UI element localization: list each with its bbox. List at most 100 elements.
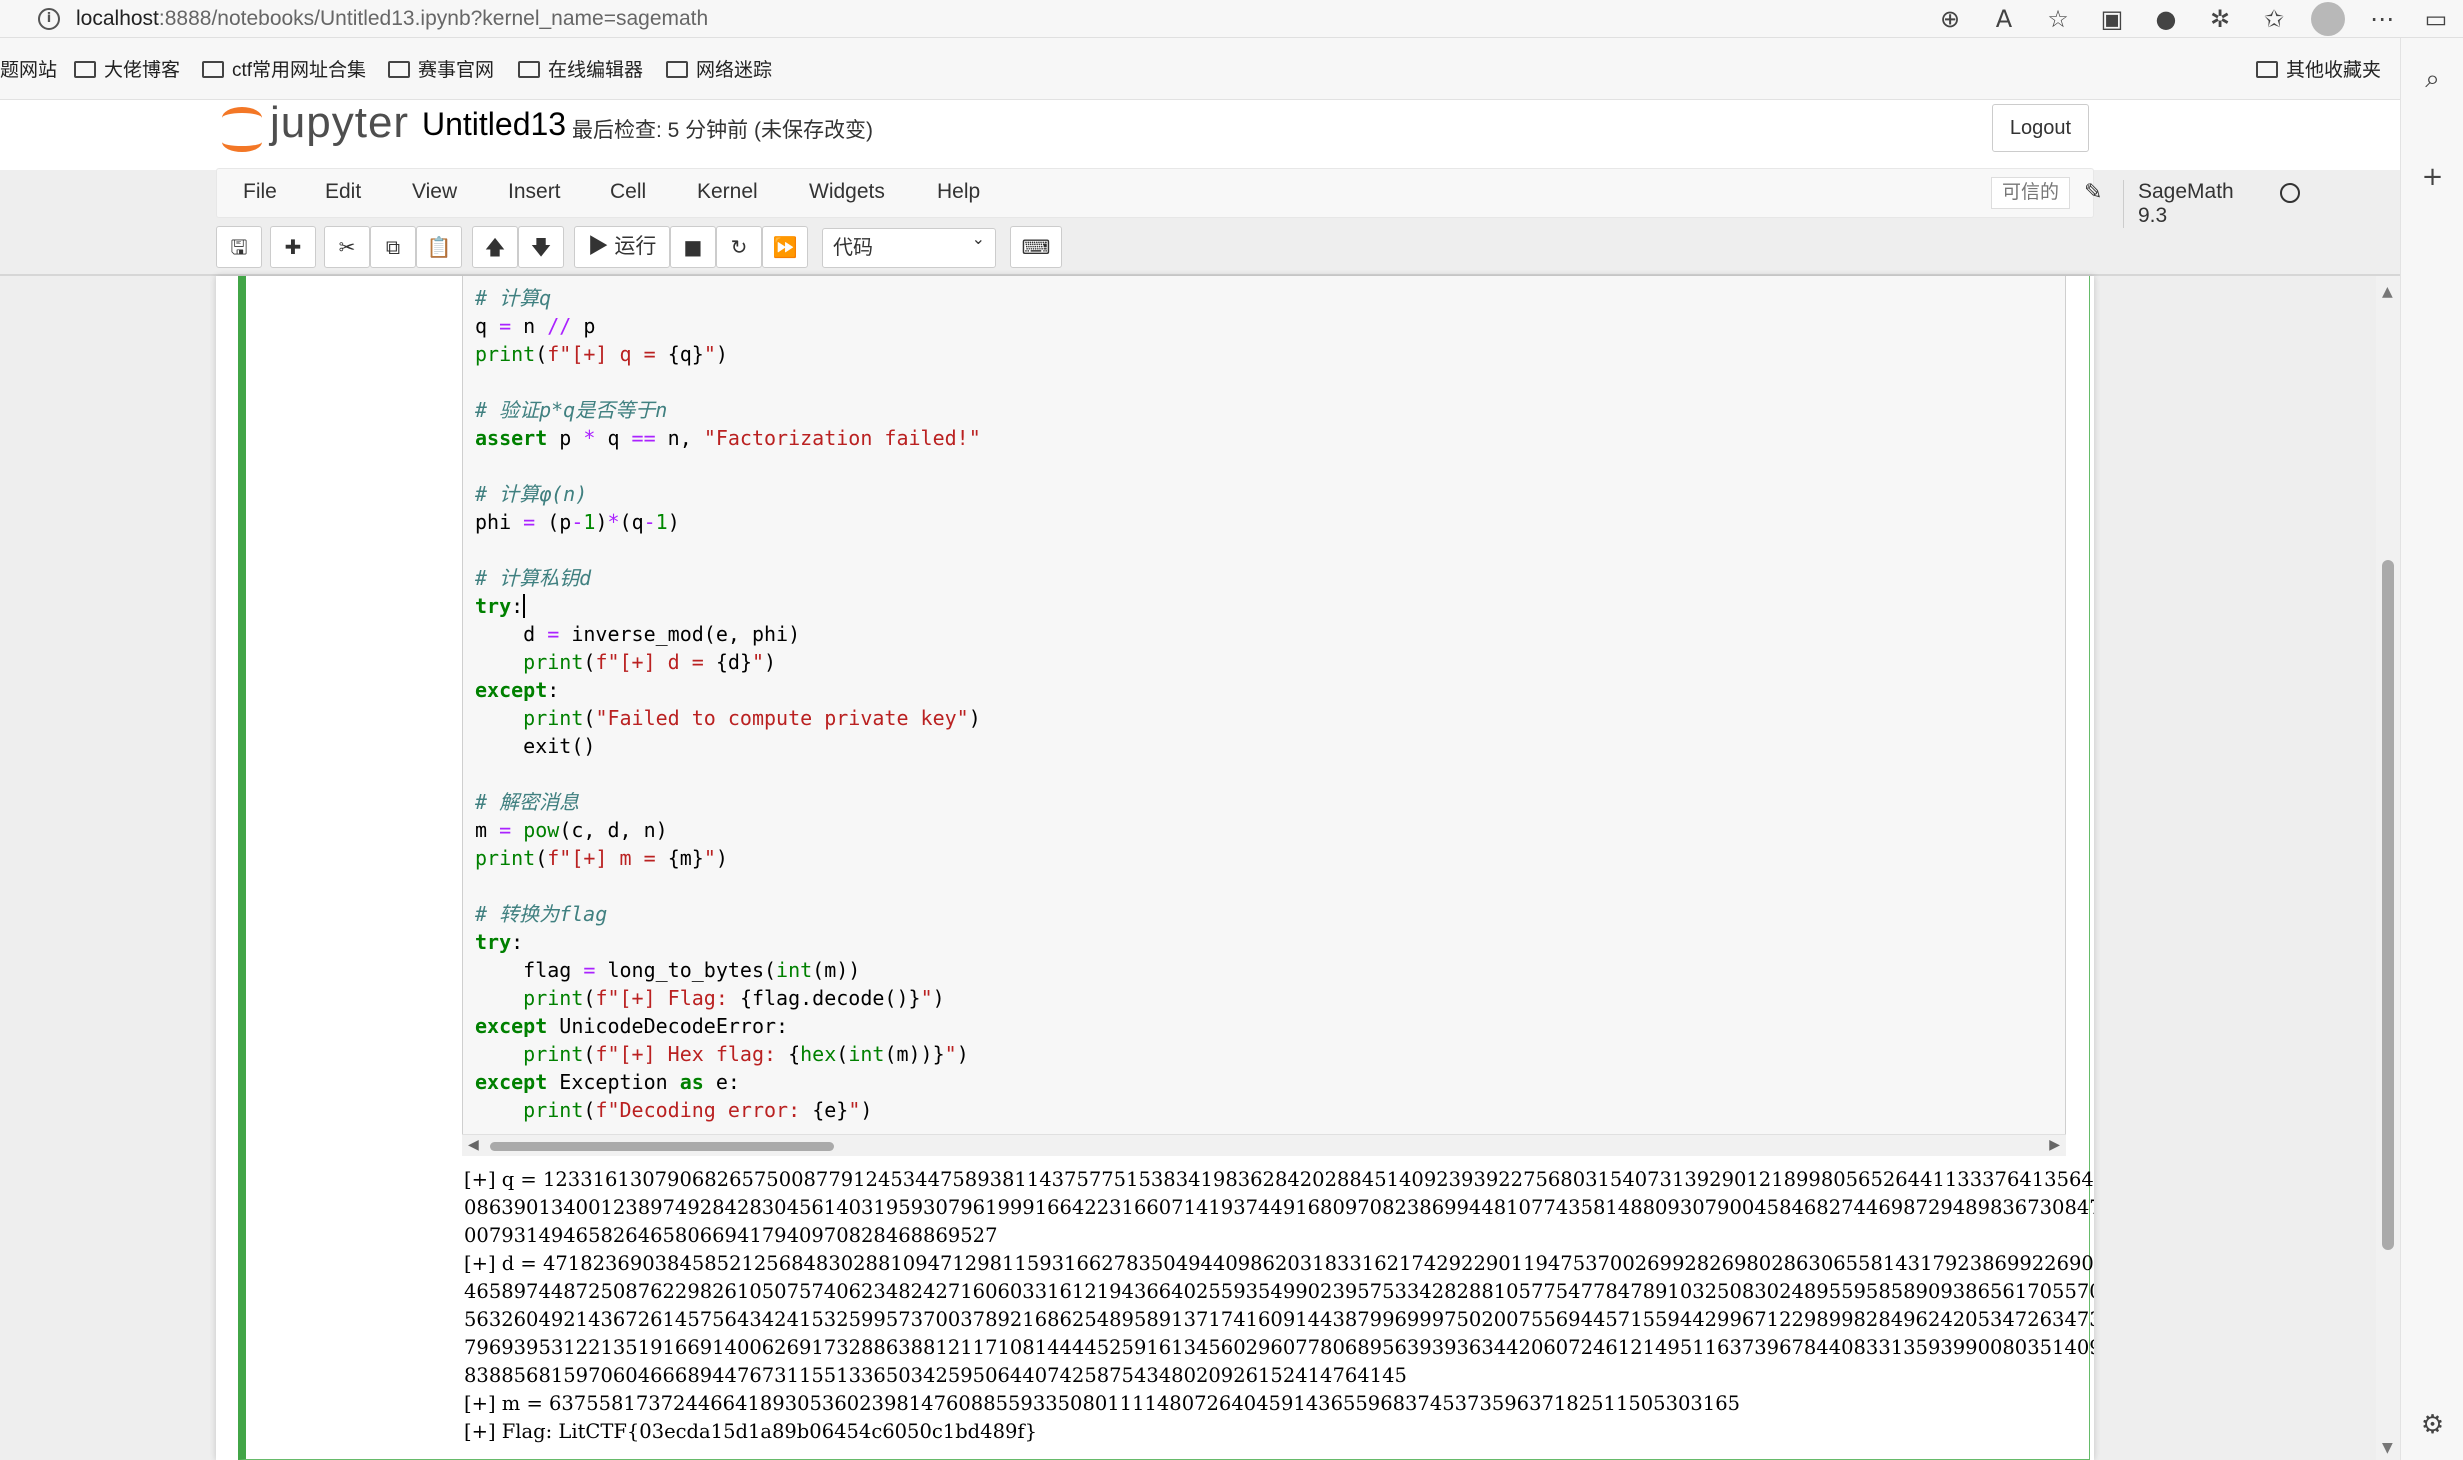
- output-line: [+] Flag: LitCTF{03ecda15d1a89b06454c605…: [464, 1420, 1038, 1443]
- cell-output: [+] q = 12331613079068265750087791245344…: [464, 1166, 2094, 1446]
- scrollbar-thumb[interactable]: [490, 1142, 834, 1151]
- restart-icon[interactable]: ↻: [716, 226, 762, 268]
- profile-avatar[interactable]: [2311, 2, 2345, 36]
- output-line: [+] d = 47182369038458521256848302881094…: [464, 1252, 2094, 1275]
- chevron-down-icon: ⌄: [971, 229, 985, 248]
- bookmark-folder[interactable]: 在线编辑器: [518, 55, 643, 82]
- sidebar-toggle-icon[interactable]: ▭: [2409, 5, 2463, 33]
- browser-address-bar: i localhost:8888/notebooks/Untitled13.ip…: [0, 0, 2463, 38]
- code-line: print(f"[+] m = {m}"): [475, 846, 728, 870]
- bookmark-folder[interactable]: 赛事官网: [388, 55, 494, 82]
- trusted-badge[interactable]: 可信的: [1991, 177, 2071, 209]
- output-line: 7969395312213519166914006269173288638812…: [464, 1336, 2094, 1359]
- insert-cell-icon[interactable]: ✚: [270, 226, 316, 268]
- scroll-down-icon[interactable]: ▼: [2382, 1440, 2393, 1456]
- browser-toolbar-icons: ⊕ A ☆ ▣ ● ✲ ✩ ⋯ ▭: [1923, 2, 2463, 36]
- bookmark-folder[interactable]: 网络迷踪: [666, 55, 772, 82]
- code-line: except UnicodeDecodeError:: [475, 1014, 789, 1038]
- run-button[interactable]: ▶ 运行: [574, 226, 670, 268]
- code-line: # 计算私钥d: [475, 566, 592, 590]
- menu-widgets[interactable]: Widgets: [809, 180, 885, 204]
- output-line: [+] q = 12331613079068265750087791245344…: [464, 1168, 2094, 1191]
- code-line: except:: [475, 678, 560, 702]
- jupyter-logo-icon[interactable]: [222, 104, 262, 152]
- folder-icon: [666, 61, 688, 78]
- scroll-right-icon[interactable]: ▶: [2049, 1137, 2060, 1153]
- move-up-icon[interactable]: 🡅: [472, 226, 518, 268]
- cell-type-select[interactable]: 代码 ⌄: [822, 228, 996, 268]
- menu-insert[interactable]: Insert: [508, 180, 561, 204]
- code-line: try:: [475, 594, 526, 618]
- bookmark-folder[interactable]: ctf常用网址合集: [202, 55, 366, 82]
- jupyter-logo-text[interactable]: jupyter: [270, 98, 409, 148]
- code-line: print(f"[+] Hex flag: {hex(int(m))}"): [523, 1042, 969, 1066]
- paste-icon[interactable]: 📋: [416, 226, 462, 268]
- command-palette-keyboard-icon[interactable]: ⌨: [1010, 226, 1062, 268]
- notebook-container: # 计算q q = n // p print(f"[+] q = {q}") #…: [216, 276, 2094, 1460]
- extensions-icon[interactable]: ✲: [2193, 5, 2247, 33]
- folder-icon: [518, 61, 540, 78]
- code-line: # 计算φ(n): [475, 482, 588, 506]
- folder-icon: [388, 61, 410, 78]
- menu-edit[interactable]: Edit: [325, 180, 361, 204]
- kernel-idle-indicator-icon: [2280, 183, 2300, 203]
- code-line: print(f"Decoding error: {e}"): [523, 1098, 873, 1122]
- code-line: try:: [475, 930, 524, 954]
- more-menu-icon[interactable]: ⋯: [2355, 5, 2409, 33]
- bookmark-item[interactable]: 题网站: [0, 55, 57, 82]
- menu-bar: File Edit View Insert Cell Kernel Widget…: [216, 168, 2300, 228]
- add-icon[interactable]: +: [2401, 162, 2463, 192]
- code-line: # 解密消息: [475, 790, 580, 814]
- save-icon[interactable]: 🖫: [216, 226, 262, 268]
- checkpoint-status: 最后检查: 5 分钟前 (未保存改变): [572, 119, 874, 142]
- cut-icon[interactable]: ✂: [324, 226, 370, 268]
- bookmark-folder[interactable]: 大佬博客: [74, 55, 180, 82]
- read-aloud-icon[interactable]: A: [1977, 5, 2031, 33]
- search-icon[interactable]: ⌕: [2401, 64, 2463, 95]
- code-line: # 验证p*q是否等于n: [475, 398, 668, 422]
- favorite-star-icon[interactable]: ☆: [2031, 5, 2085, 33]
- logout-button[interactable]: Logout: [1992, 104, 2089, 152]
- code-lines: # 计算q q = n // p print(f"[+] q = {q}") #…: [463, 284, 2065, 1124]
- code-line: print("Failed to compute private key"): [523, 706, 981, 730]
- output-line: 4658974487250876229826105075740623482427…: [464, 1280, 2094, 1303]
- zoom-icon[interactable]: ⊕: [1923, 5, 1977, 33]
- browser-side-panel: ⌕ + ⚙: [2400, 38, 2463, 1460]
- code-horizontal-scrollbar[interactable]: ◀ ▶: [462, 1134, 2066, 1156]
- menu-cell[interactable]: Cell: [610, 180, 646, 204]
- scrollbar-thumb[interactable]: [2382, 560, 2394, 1250]
- code-line: m = pow(c, d, n): [475, 818, 668, 842]
- favorites-icon[interactable]: ✩: [2247, 5, 2301, 33]
- code-line: flag = long_to_bytes(int(m)): [475, 958, 861, 982]
- scroll-left-icon[interactable]: ◀: [468, 1137, 479, 1153]
- settings-gear-icon[interactable]: ⚙: [2401, 1410, 2463, 1440]
- output-line: 5632604921436726145756434241532599573700…: [464, 1308, 2094, 1331]
- menu-kernel[interactable]: Kernel: [697, 180, 758, 204]
- scroll-up-icon[interactable]: ▲: [2382, 284, 2393, 300]
- code-line: exit(): [475, 734, 596, 758]
- other-bookmarks-folder[interactable]: 其他收藏夹: [2256, 55, 2381, 82]
- menu-file[interactable]: File: [243, 180, 277, 204]
- restart-run-all-icon[interactable]: ⏩: [762, 226, 808, 268]
- code-line: # 计算q: [475, 286, 552, 310]
- url-field[interactable]: localhost:8888/notebooks/Untitled13.ipyn…: [76, 7, 708, 31]
- code-editor[interactable]: # 计算q q = n // p print(f"[+] q = {q}") #…: [462, 276, 2066, 1156]
- move-down-icon[interactable]: 🡇: [518, 226, 564, 268]
- record-extension-icon[interactable]: ●: [2139, 5, 2193, 33]
- menu-help[interactable]: Help: [937, 180, 980, 204]
- kernel-name[interactable]: SageMath 9.3: [2123, 180, 2234, 228]
- interrupt-icon[interactable]: ■: [670, 226, 716, 268]
- edit-mode-pencil-icon: ✎: [2084, 180, 2103, 205]
- folder-icon: [74, 61, 96, 78]
- copy-icon[interactable]: ⧉: [370, 226, 416, 268]
- notebook-title[interactable]: Untitled13: [422, 106, 566, 143]
- code-cell-selected[interactable]: # 计算q q = n // p print(f"[+] q = {q}") #…: [238, 276, 2094, 1460]
- menu-view[interactable]: View: [412, 180, 457, 204]
- markdown-extension-icon[interactable]: ▣: [2085, 5, 2139, 33]
- page-vertical-scrollbar[interactable]: ▲ ▼: [2376, 276, 2400, 1460]
- site-info-icon[interactable]: i: [38, 8, 60, 30]
